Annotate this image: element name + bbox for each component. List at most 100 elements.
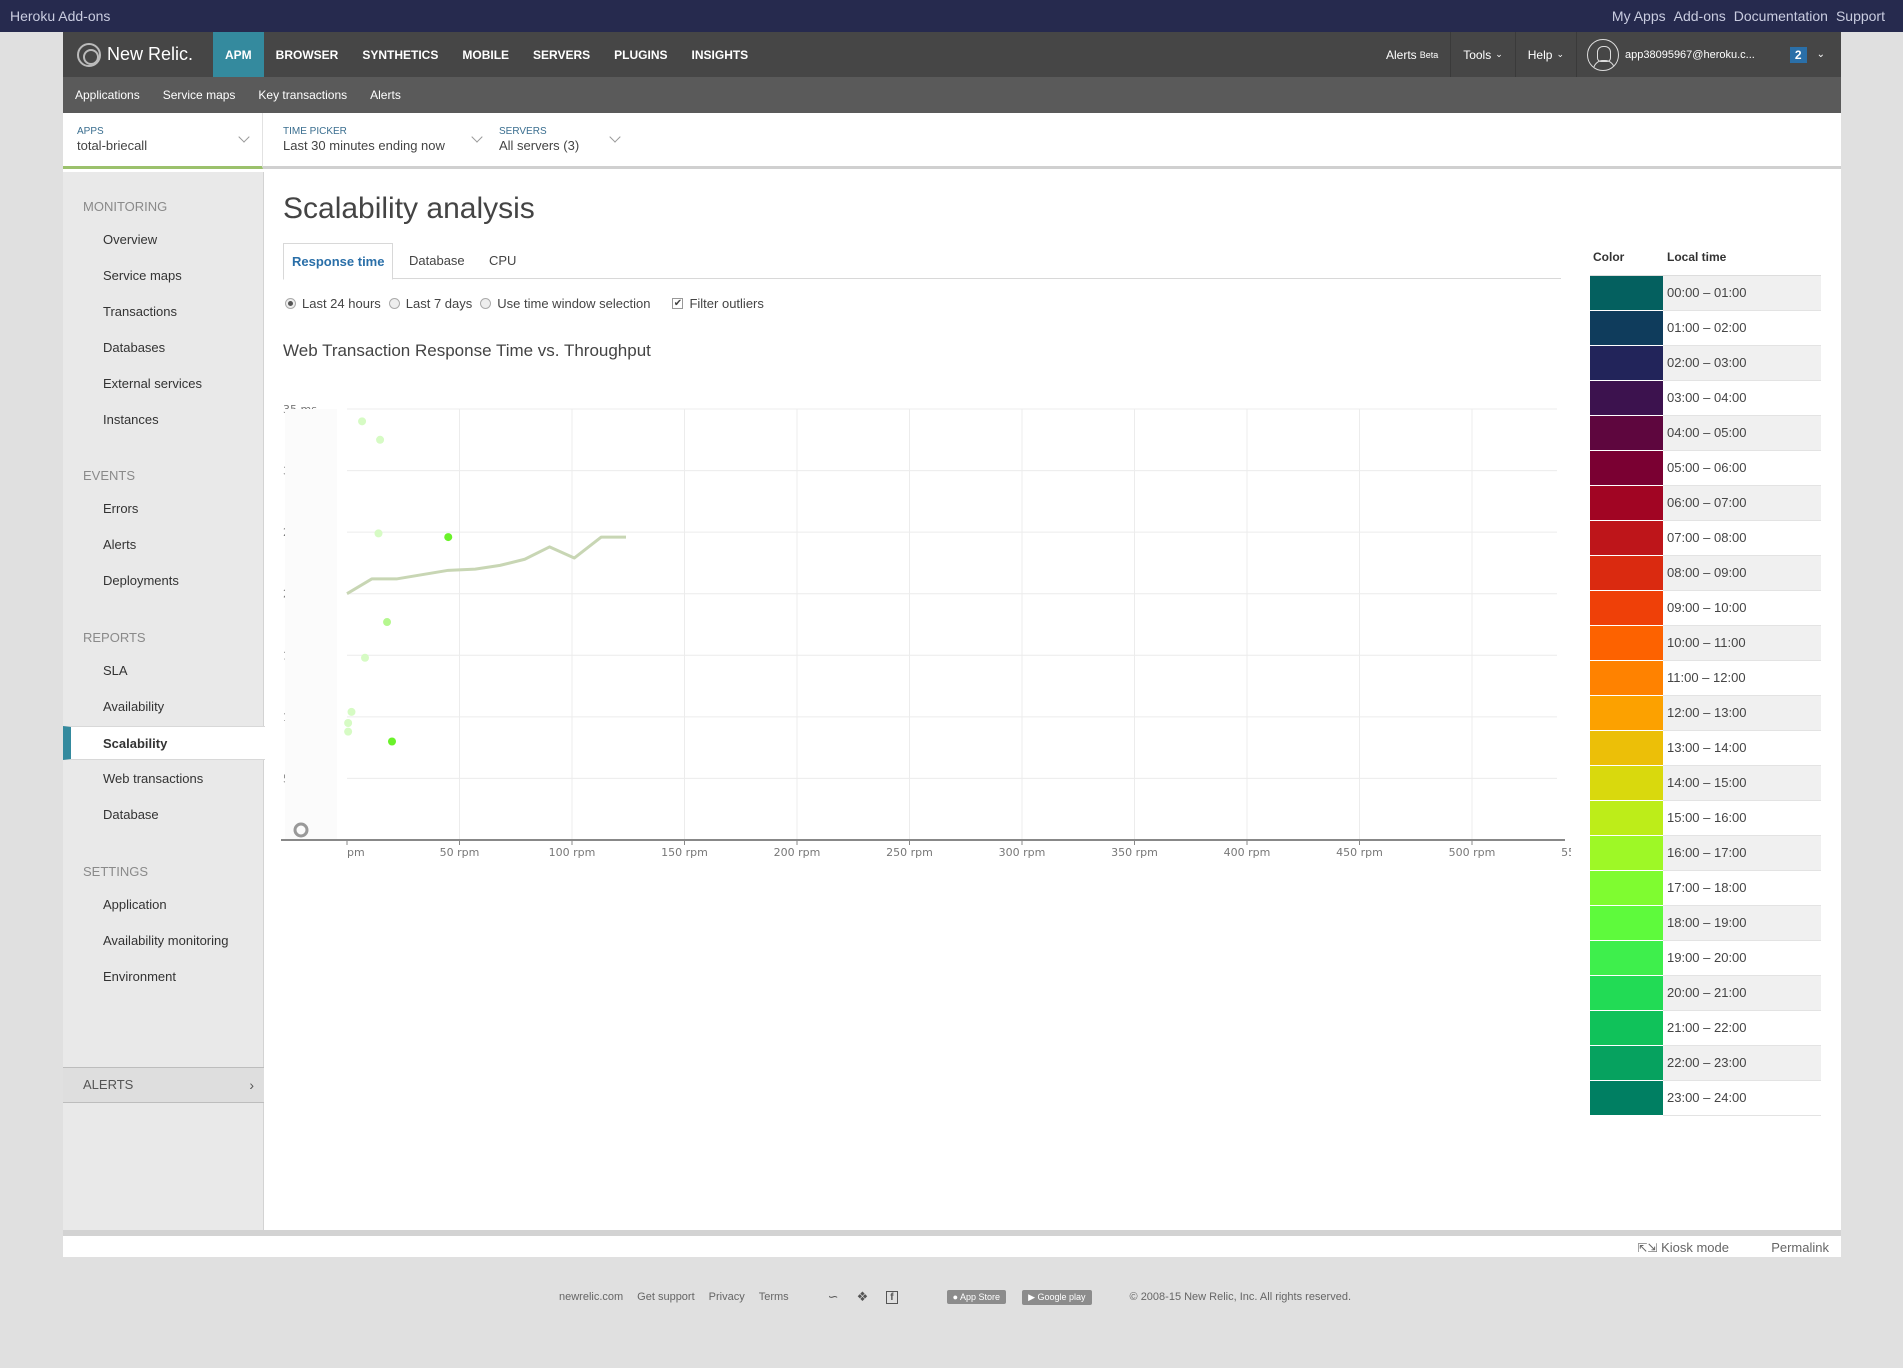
legend-color-swatch: [1590, 871, 1663, 906]
x-tick-label: 450 rpm: [1336, 846, 1383, 859]
legend-header-local-time: Local time: [1667, 250, 1727, 264]
subnav-key-transactions[interactable]: Key transactions: [258, 88, 347, 102]
subnav-alerts[interactable]: Alerts: [370, 88, 401, 102]
sidebar-item-application[interactable]: Application: [63, 888, 264, 922]
sidebar-item-deployments[interactable]: Deployments: [63, 564, 264, 598]
nav-mobile[interactable]: MOBILE: [450, 32, 521, 77]
nav-plugins[interactable]: PLUGINS: [602, 32, 679, 77]
chevron-down-icon[interactable]: ⌄: [1817, 49, 1825, 60]
sidebar-item-alerts[interactable]: Alerts: [63, 528, 264, 562]
alerts-beta-link[interactable]: Alerts Beta: [1374, 32, 1450, 77]
legend-time-label: 11:00 – 12:00: [1667, 670, 1746, 685]
sidebar-section-settings: SETTINGS: [83, 864, 149, 879]
sidebar-item-overview[interactable]: Overview: [63, 223, 264, 257]
apps-picker[interactable]: APPS total-briecall: [63, 113, 263, 169]
heroku-link-support[interactable]: Support: [1836, 8, 1885, 24]
footer-link-privacy[interactable]: Privacy: [709, 1291, 745, 1303]
sidebar-item-sla[interactable]: SLA: [63, 654, 264, 688]
google-play-badge[interactable]: ▶ Google play: [1022, 1289, 1092, 1305]
filter-outliers-checkbox[interactable]: ✔: [672, 298, 684, 309]
nav-apm[interactable]: APM: [213, 32, 264, 77]
radio-time-window-label[interactable]: Use time window selection: [497, 296, 650, 311]
tools-label: Tools: [1463, 47, 1492, 62]
user-menu[interactable]: app38095967@heroku.c... 2 ⌄: [1576, 32, 1841, 77]
tab-database[interactable]: Database: [401, 243, 473, 280]
chevron-right-icon: ›: [249, 1077, 254, 1093]
legend-time-label: 20:00 – 21:00: [1663, 976, 1821, 1010]
legend-header: Color Local time: [1590, 250, 1821, 276]
legend-color-swatch: [1590, 521, 1663, 556]
legend-time-label: 05:00 – 06:00: [1667, 460, 1747, 475]
data-point: [374, 529, 383, 538]
permalink-link[interactable]: Permalink: [1771, 1240, 1829, 1255]
footer-link-get-support[interactable]: Get support: [637, 1291, 694, 1303]
legend-rows: 00:00 – 01:00 01:00 – 02:00 02:00 – 03:00 0…: [1590, 276, 1821, 1116]
kiosk-mode-link[interactable]: ⇱⇲ Kiosk mode: [1637, 1240, 1729, 1255]
legend-time-label: 13:00 – 14:00: [1667, 740, 1747, 755]
heroku-link-add-ons[interactable]: Add-ons: [1674, 8, 1726, 24]
sidebar-item-service-maps[interactable]: Service maps: [63, 259, 264, 293]
radio-last-7-days-label[interactable]: Last 7 days: [406, 296, 473, 311]
sidebar-item-transactions[interactable]: Transactions: [63, 295, 264, 329]
tab-response-time[interactable]: Response time: [283, 243, 394, 280]
sidebar-item-availability-monitoring[interactable]: Availability monitoring: [63, 924, 264, 958]
scatter-chart: 5 ms10 ms15 ms20 ms25 ms30 ms35 mspm50 r…: [281, 403, 1571, 859]
nav-synthetics[interactable]: SYNTHETICS: [350, 32, 450, 77]
footer-link-terms[interactable]: Terms: [759, 1291, 789, 1303]
sidebar-item-environment[interactable]: Environment: [63, 960, 264, 994]
sidebar-alerts-expander[interactable]: ALERTS ›: [63, 1067, 264, 1103]
sidebar-item-databases[interactable]: Databases: [63, 331, 264, 365]
subnav-service-maps[interactable]: Service maps: [163, 88, 236, 102]
radio-last-24-hours-label[interactable]: Last 24 hours: [302, 296, 381, 311]
heroku-link-my-apps[interactable]: My Apps: [1612, 8, 1666, 24]
notification-count-badge[interactable]: 2: [1789, 46, 1807, 63]
legend-row: 14:00 – 15:00: [1590, 766, 1821, 801]
facebook-icon[interactable]: f: [886, 1290, 898, 1304]
radio-time-window[interactable]: [480, 298, 492, 309]
help-label: Help: [1527, 47, 1553, 62]
sidebar-item-scalability[interactable]: Scalability: [63, 726, 265, 760]
servers-picker[interactable]: SERVERS All servers (3): [491, 113, 621, 166]
legend-row: 13:00 – 14:00: [1590, 731, 1821, 766]
time-color-legend: Color Local time 00:00 – 01:00 01:00 – 02…: [1590, 250, 1821, 1116]
subnav-applications[interactable]: Applications: [75, 88, 140, 102]
user-avatar-icon: [1587, 38, 1619, 71]
help-menu[interactable]: Help ⌄: [1514, 32, 1576, 77]
heroku-title[interactable]: Heroku Add-ons: [10, 8, 110, 24]
twitter-icon[interactable]: ❖: [857, 1289, 869, 1305]
nav-servers[interactable]: SERVERS: [521, 32, 602, 77]
x-tick-label: 300 rpm: [999, 846, 1046, 859]
radio-last-7-days[interactable]: [388, 298, 400, 309]
sidebar-item-instances[interactable]: Instances: [63, 403, 264, 437]
sidebar-item-errors[interactable]: Errors: [63, 492, 264, 526]
legend-row: 22:00 – 23:00: [1590, 1046, 1821, 1081]
chart-title: Web Transaction Response Time vs. Throug…: [283, 341, 651, 360]
chevron-down-icon: [471, 131, 483, 143]
tools-menu[interactable]: Tools ⌄: [1450, 32, 1515, 77]
legend-row: 06:00 – 07:00: [1590, 486, 1821, 521]
heroku-link-documentation[interactable]: Documentation: [1734, 8, 1828, 24]
sidebar-item-availability[interactable]: Availability: [63, 690, 264, 724]
radio-last-24-hours[interactable]: [285, 298, 296, 309]
time-picker[interactable]: TIME PICKER Last 30 minutes ending now: [263, 113, 491, 166]
app-store-label: App Store: [960, 1292, 1001, 1302]
x-tick-label: 200 rpm: [774, 846, 821, 859]
tab-cpu[interactable]: CPU: [481, 243, 524, 280]
copyright: © 2008-15 New Relic, Inc. All rights res…: [1129, 1291, 1352, 1303]
legend-time-label: 06:00 – 07:00: [1663, 486, 1821, 520]
sidebar-item-web-transactions[interactable]: Web transactions: [63, 762, 264, 796]
rss-icon[interactable]: ∽: [828, 1289, 839, 1305]
nav-browser[interactable]: BROWSER: [264, 32, 351, 77]
brand-logo[interactable]: New Relic.: [63, 32, 213, 77]
filter-outliers-label[interactable]: Filter outliers: [689, 296, 763, 311]
nav-insights[interactable]: INSIGHTS: [680, 32, 761, 77]
legend-color-swatch: [1590, 696, 1663, 731]
sidebar-item-external-services[interactable]: External services: [63, 367, 264, 401]
legend-color-swatch: [1590, 906, 1663, 941]
legend-color-swatch: [1590, 1011, 1663, 1046]
legend-row: 12:00 – 13:00: [1590, 696, 1821, 731]
footer-link-newrelic[interactable]: newrelic.com: [559, 1291, 623, 1303]
legend-color-swatch: [1590, 311, 1663, 346]
sidebar-item-database[interactable]: Database: [63, 798, 264, 832]
app-store-badge[interactable]: ● App Store: [946, 1290, 1007, 1304]
